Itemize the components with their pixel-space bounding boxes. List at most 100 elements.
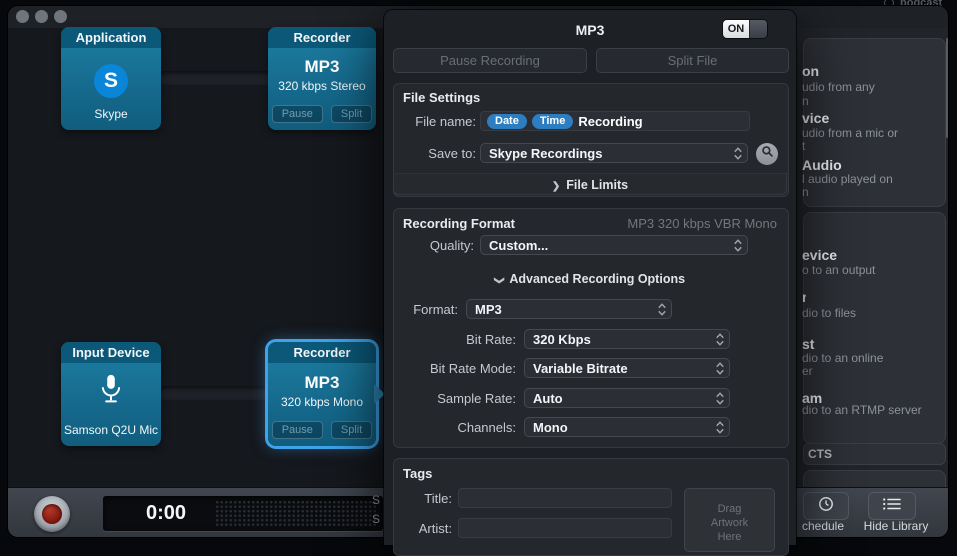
file-name-text: Recording	[578, 113, 643, 129]
file-limits-label: File Limits	[566, 178, 629, 192]
bit-rate-mode-value: Variable Bitrate	[533, 360, 628, 376]
library-item-desc-fragment: udio from a mic or	[802, 126, 899, 140]
channels-value: Mono	[533, 419, 568, 435]
stepper-icon	[734, 146, 742, 160]
recorder-block-bottom[interactable]: Recorder MP3 320 kbps Mono Pause Split	[268, 342, 376, 446]
library-item-desc-fragment: o to an output	[802, 263, 876, 277]
quality-dropdown[interactable]: Custom...	[480, 235, 748, 255]
library-item-title-fragment[interactable]: r	[802, 289, 806, 305]
split-button[interactable]: Split	[330, 105, 373, 123]
title-input[interactable]	[458, 488, 672, 508]
list-icon	[882, 497, 902, 516]
advanced-options-label: Advanced Recording Options	[509, 272, 686, 286]
library-item-title-fragment[interactable]: evice	[802, 247, 837, 263]
connection-wire	[158, 71, 276, 85]
block-header: Recorder	[268, 342, 376, 363]
library-item-desc-fragment: l audio played on	[802, 172, 893, 186]
date-token[interactable]: Date	[487, 113, 527, 129]
chevron-right-icon	[552, 178, 566, 192]
library-item-title-fragment[interactable]: st	[802, 336, 814, 352]
recording-format-heading: Recording Format	[403, 216, 515, 231]
title-label: Title:	[424, 491, 452, 506]
tags-heading: Tags	[403, 466, 433, 481]
stepper-icon	[716, 391, 724, 405]
effects-header-text: CTS	[808, 447, 832, 461]
library-item-desc-fragment: udio from any	[802, 80, 875, 94]
library-item-title-fragment[interactable]: Audio	[802, 157, 842, 173]
traffic-light-minimize-button[interactable]	[35, 10, 48, 23]
save-to-dropdown[interactable]: Skype Recordings	[480, 143, 748, 163]
channels-label: Channels:	[457, 420, 516, 435]
hide-library-button[interactable]	[868, 492, 916, 520]
library-item-desc-fragment: er	[802, 364, 813, 378]
timer-value: 0:00	[145, 502, 187, 524]
recorder-block-top[interactable]: Recorder MP3 320 kbps Stereo Pause Split	[268, 27, 376, 130]
input-device-block[interactable]: Input Device Samson Q2U Mic	[61, 342, 161, 446]
sample-rate-label: Sample Rate:	[437, 391, 516, 406]
advanced-options-disclosure[interactable]: Advanced Recording Options	[393, 272, 787, 286]
traffic-light-close-button[interactable]	[16, 10, 29, 23]
magnifier-icon	[761, 145, 774, 163]
library-item-desc-fragment: t	[802, 139, 806, 153]
sample-rate-dropdown[interactable]: Auto	[524, 388, 730, 408]
quality-label: Quality:	[429, 238, 474, 253]
file-name-label: File name:	[415, 114, 476, 129]
schedule-button-label: chedule	[801, 519, 845, 533]
bit-rate-dropdown[interactable]: 320 Kbps	[524, 329, 730, 349]
time-token[interactable]: Time	[531, 113, 574, 129]
mp3-settings-popover: MP3 ON Pause Recording Split File File S…	[384, 10, 796, 556]
application-block[interactable]: Application S Skype	[61, 27, 161, 130]
power-toggle[interactable]: ON	[723, 20, 767, 38]
split-file-button[interactable]: Split File	[596, 48, 789, 73]
recording-format-summary: MP3 320 kbps VBR Mono	[627, 216, 777, 231]
split-button[interactable]: Split	[330, 421, 373, 439]
block-label: Samson Q2U Mic	[63, 423, 159, 437]
power-toggle-knob	[749, 20, 767, 38]
artist-label: Artist:	[418, 521, 452, 536]
recorder-subtitle: 320 kbps Mono	[280, 395, 364, 409]
reveal-magnifier-button[interactable]	[756, 143, 778, 165]
library-item-title-fragment[interactable]: on	[802, 63, 819, 79]
block-header: Input Device	[61, 342, 161, 363]
record-button[interactable]	[34, 496, 70, 532]
library-item-desc-fragment: n	[802, 185, 809, 199]
block-label: Skype	[94, 107, 128, 121]
quality-value: Custom...	[489, 237, 549, 253]
file-name-field[interactable]: Date Time Recording	[480, 111, 750, 131]
library-item-desc-fragment: dio to an online	[802, 351, 884, 365]
pause-recording-button[interactable]: Pause Recording	[393, 48, 587, 73]
file-limits-disclosure[interactable]: File Limits	[393, 173, 787, 195]
block-header: Application	[61, 27, 161, 48]
sample-rate-value: Auto	[533, 390, 563, 406]
bit-rate-mode-dropdown[interactable]: Variable Bitrate	[524, 358, 730, 378]
recorder-subtitle: 320 kbps Stereo	[278, 79, 366, 93]
block-header: Recorder	[268, 27, 376, 48]
clipped-footer-text: S	[372, 493, 381, 507]
pause-button[interactable]: Pause	[271, 105, 323, 123]
stepper-icon	[734, 238, 742, 252]
recorder-format: MP3	[304, 57, 340, 76]
hide-library-button-label: Hide Library	[863, 519, 929, 533]
vu-meter	[215, 500, 377, 527]
library-item-title-fragment[interactable]: vice	[802, 110, 829, 126]
format-value: MP3	[475, 301, 502, 317]
library-scrollbar[interactable]	[946, 38, 948, 138]
format-dropdown[interactable]: MP3	[466, 299, 672, 319]
pause-button[interactable]: Pause	[271, 421, 323, 439]
connection-wire	[158, 386, 276, 400]
record-dot	[42, 504, 62, 524]
timer-display: 0:00	[103, 496, 383, 531]
artist-input[interactable]	[458, 518, 672, 538]
clock-icon	[818, 496, 834, 517]
stepper-icon	[716, 420, 724, 434]
schedule-button[interactable]	[803, 492, 849, 520]
stepper-icon	[716, 361, 724, 375]
file-settings-heading: File Settings	[403, 90, 481, 105]
stepper-icon	[658, 302, 666, 316]
effects-section-header[interactable]: CTS	[803, 443, 946, 465]
channels-dropdown[interactable]: Mono	[524, 417, 730, 437]
traffic-light-zoom-button[interactable]	[54, 10, 67, 23]
chevron-down-icon	[495, 272, 509, 286]
library-item-desc-fragment: dio to an RTMP server	[802, 403, 922, 417]
artwork-dropwell[interactable]: Drag Artwork Here	[684, 488, 775, 552]
